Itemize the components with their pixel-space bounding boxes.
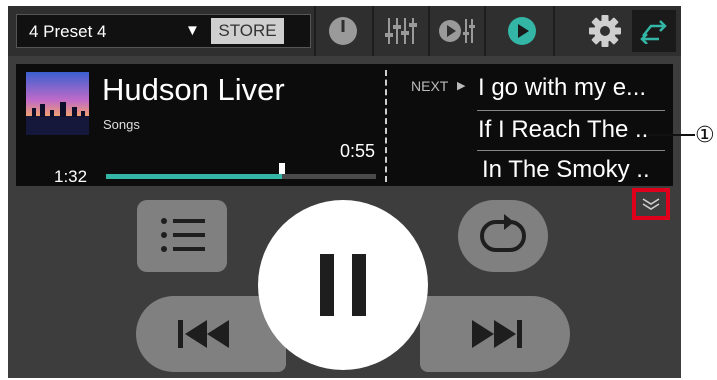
next-label: NEXT [411, 78, 449, 94]
list-icon [161, 218, 205, 252]
progress-fill [106, 174, 282, 179]
repeat-icon [480, 214, 526, 252]
play-circle-icon [508, 17, 536, 45]
pause-button[interactable] [258, 200, 428, 370]
play-eq-button[interactable] [432, 10, 482, 52]
preset-selector[interactable]: 4 Preset 4 ▼ STORE [16, 14, 311, 48]
gear-icon [589, 15, 621, 47]
album-name: Songs [103, 117, 140, 132]
swap-arrows-icon [640, 20, 667, 44]
app-window: 4 Preset 4 ▼ STORE Hudson Liver Songs 0:… [8, 6, 681, 378]
track-title: Hudson Liver [102, 72, 285, 107]
expand-queue-button[interactable] [632, 188, 670, 220]
queue-item[interactable]: In The Smoky .. [482, 156, 668, 184]
link-button[interactable] [632, 10, 676, 52]
skip-next-icon [472, 320, 522, 348]
mixer-icon [385, 18, 417, 44]
remaining-time: 0:55 [340, 141, 376, 161]
toolbar-divider [428, 6, 430, 56]
double-chevron-down-icon [642, 198, 660, 210]
panel-divider [385, 70, 387, 182]
playlist-button[interactable] [137, 200, 227, 272]
toolbar-divider [372, 6, 374, 56]
toolbar-divider [484, 6, 486, 56]
timer-button[interactable] [318, 10, 368, 52]
queue-item[interactable]: I go with my e... [478, 74, 668, 102]
dropdown-arrow-icon[interactable]: ▼ [185, 22, 200, 39]
repeat-button[interactable] [458, 200, 548, 272]
next-track-button[interactable] [420, 296, 570, 372]
queue-divider [477, 150, 665, 151]
progress-handle[interactable] [278, 163, 285, 174]
mixer-button[interactable] [376, 10, 426, 52]
progress-slider[interactable] [106, 163, 376, 179]
play-eq-icon [439, 19, 475, 43]
top-toolbar: 4 Preset 4 ▼ STORE [8, 6, 681, 56]
album-art-image[interactable] [26, 72, 89, 135]
callout-line [648, 134, 695, 136]
preset-name: 4 Preset 4 [29, 22, 107, 41]
next-arrow-icon: ▶ [457, 80, 466, 92]
queue-divider [477, 110, 665, 111]
timer-icon [329, 17, 357, 45]
settings-button[interactable] [580, 10, 630, 52]
elapsed-time: 1:32 [54, 167, 88, 186]
now-playing-button[interactable] [497, 10, 547, 52]
callout-marker: ① [695, 122, 715, 147]
toolbar-divider [553, 6, 555, 56]
now-playing-panel: Hudson Liver Songs 0:55 1:32 NEXT ▶ I go… [16, 64, 673, 186]
pause-icon [320, 254, 366, 316]
toolbar-divider [314, 6, 316, 56]
queue-item[interactable]: If I Reach The .. [478, 116, 668, 144]
store-button[interactable]: STORE [211, 18, 284, 44]
